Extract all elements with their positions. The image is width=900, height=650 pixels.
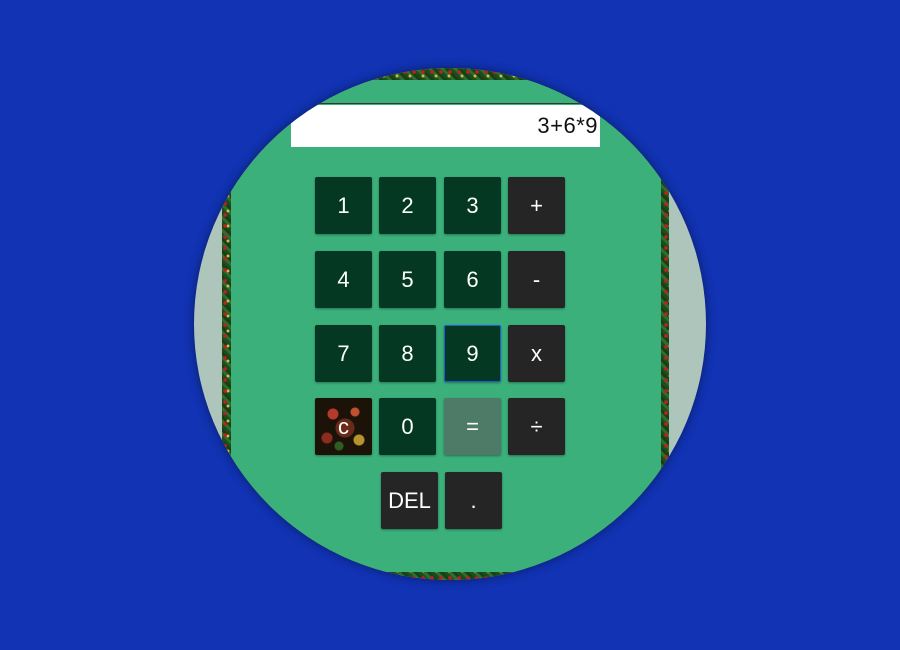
key-3[interactable]: 3 [444, 177, 501, 234]
key-6[interactable]: 6 [444, 251, 501, 308]
key-clear[interactable]: c [315, 398, 372, 455]
key-equals[interactable]: = [444, 398, 501, 455]
key-1[interactable]: 1 [315, 177, 372, 234]
key-minus[interactable]: - [508, 251, 565, 308]
calculator-panel: 3+6*9 1 2 3 + 4 5 6 - 7 8 9 x c 0 = ÷ DE… [231, 80, 661, 572]
key-multiply[interactable]: x [508, 325, 565, 382]
key-plus[interactable]: + [508, 177, 565, 234]
key-8[interactable]: 8 [379, 325, 436, 382]
key-delete[interactable]: DEL [381, 472, 438, 529]
key-5[interactable]: 5 [379, 251, 436, 308]
calculator-frame: 3+6*9 1 2 3 + 4 5 6 - 7 8 9 x c 0 = ÷ DE… [194, 68, 706, 580]
calculator-display[interactable]: 3+6*9 [291, 105, 600, 147]
key-7[interactable]: 7 [315, 325, 372, 382]
key-decimal[interactable]: . [445, 472, 502, 529]
top-strip [231, 80, 661, 104]
key-0[interactable]: 0 [379, 398, 436, 455]
key-divide[interactable]: ÷ [508, 398, 565, 455]
key-4[interactable]: 4 [315, 251, 372, 308]
key-2[interactable]: 2 [379, 177, 436, 234]
key-9[interactable]: 9 [444, 325, 501, 382]
page-background: 3+6*9 1 2 3 + 4 5 6 - 7 8 9 x c 0 = ÷ DE… [0, 0, 900, 650]
